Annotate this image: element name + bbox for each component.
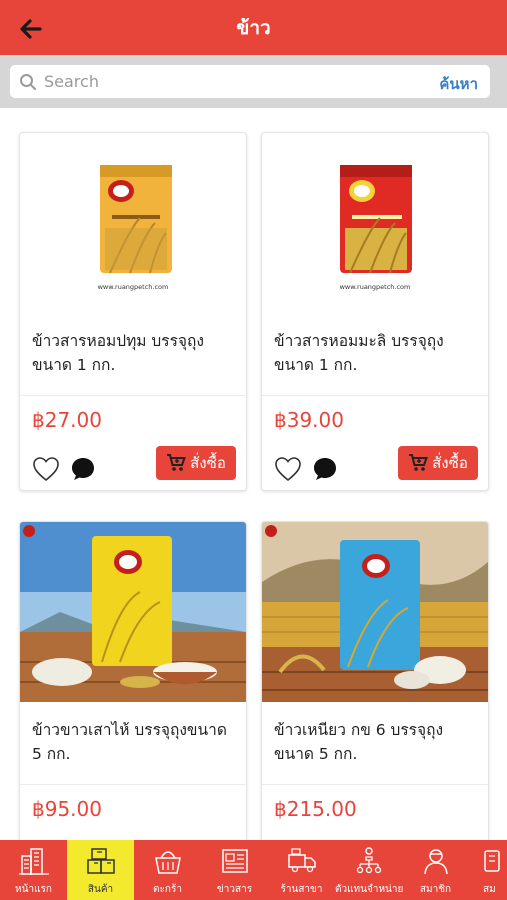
search-input[interactable] xyxy=(44,67,404,96)
basket-icon xyxy=(154,851,181,874)
search-icon xyxy=(20,74,36,90)
nav-item-products[interactable]: สินค้า xyxy=(67,840,134,900)
order-button[interactable]: สั่งซื้อ xyxy=(398,446,478,480)
nav-item-more[interactable]: สม xyxy=(469,840,507,900)
divider xyxy=(262,784,488,785)
divider xyxy=(20,784,246,785)
divider xyxy=(20,395,246,396)
cart-icon xyxy=(409,454,429,471)
product-card[interactable]: www.ruangpetch.com ข้าวสารหอมปทุม บรรจุถ… xyxy=(19,132,247,491)
member-icon xyxy=(423,849,448,875)
heart-icon[interactable] xyxy=(274,456,302,482)
chat-icon[interactable] xyxy=(312,456,338,482)
nav-item-basket[interactable]: ตะกร้า xyxy=(134,840,201,900)
truck-icon xyxy=(287,848,316,873)
search-box: ค้นหา xyxy=(10,65,490,98)
rice-bag-image: www.ruangpetch.com xyxy=(340,165,412,291)
product-card[interactable]: www.ruangpetch.com ข้าวสารหอมมะลิ บรรจุถ… xyxy=(261,132,489,491)
nav-label: ตะกร้า xyxy=(153,884,182,895)
product-card[interactable]: ข้าวเหนียว กข 6 บรรจุถุงขนาด 5 กก. ฿215.… xyxy=(261,521,489,880)
nav-item-branches[interactable]: ร้านสาขา xyxy=(268,840,335,900)
product-name: ข้าวสารหอมปทุม บรรจุถุงขนาด 1 กก. xyxy=(32,332,204,374)
buildings-icon xyxy=(18,848,49,875)
network-icon xyxy=(356,847,381,874)
product-price: ฿39.00 xyxy=(274,408,344,432)
more-icon xyxy=(484,850,500,872)
nav-item-dealers[interactable]: ตัวแทนจำหน่าย xyxy=(335,840,404,900)
divider xyxy=(262,395,488,396)
search-button[interactable]: ค้นหา xyxy=(439,72,478,96)
search-bar: ค้นหา xyxy=(0,55,507,108)
boxes-icon xyxy=(86,848,115,874)
product-price: ฿95.00 xyxy=(32,797,102,821)
rice-scene-image xyxy=(262,522,488,702)
nav-label: สม xyxy=(483,884,496,895)
chat-icon[interactable] xyxy=(70,456,96,482)
product-price: ฿27.00 xyxy=(32,408,102,432)
nav-label: สมาชิก xyxy=(419,884,452,895)
product-image[interactable] xyxy=(262,522,488,702)
image-caption: www.ruangpetch.com xyxy=(340,283,411,291)
order-button-label: สั่งซื้อ xyxy=(432,454,468,472)
nav-label: ตัวแทนจำหน่าย xyxy=(335,884,404,895)
nav-item-news[interactable]: ข่าวสาร xyxy=(201,840,268,900)
top-bar: ข้าว xyxy=(0,0,507,55)
product-image[interactable] xyxy=(20,522,246,702)
page-title: ข้าว xyxy=(236,17,271,39)
product-name: ข้าวขาวเสาไห้ บรรจุถุงขนาด 5 กก. xyxy=(32,721,227,763)
order-button[interactable]: สั่งซื้อ xyxy=(156,446,236,480)
order-button-label: สั่งซื้อ xyxy=(190,454,226,472)
back-arrow-icon[interactable] xyxy=(14,12,48,46)
product-image[interactable]: www.ruangpetch.com xyxy=(20,133,246,313)
nav-label: สินค้า xyxy=(87,884,114,895)
product-price: ฿215.00 xyxy=(274,797,357,821)
nav-label: หน้าแรก xyxy=(15,884,52,895)
bottom-nav: หน้าแรก สินค้า ตะกร้า ข่าวสาร ร้านสาขา ต… xyxy=(0,840,507,900)
nav-label: ข่าวสาร xyxy=(216,884,253,895)
product-name: ข้าวเหนียว กข 6 บรรจุถุงขนาด 5 กก. xyxy=(274,721,444,763)
product-image[interactable]: www.ruangpetch.com xyxy=(262,133,488,313)
rice-scene-image xyxy=(20,522,246,702)
nav-item-member[interactable]: สมาชิก xyxy=(402,840,469,900)
nav-label: ร้านสาขา xyxy=(280,884,323,895)
app-screen: ข้าว ค้นหา www.ruangpetch.co xyxy=(0,0,507,900)
newspaper-icon xyxy=(221,849,248,873)
product-card[interactable]: ข้าวขาวเสาไห้ บรรจุถุงขนาด 5 กก. ฿95.00 xyxy=(19,521,247,880)
nav-item-home[interactable]: หน้าแรก xyxy=(0,840,67,900)
cart-icon xyxy=(167,454,187,471)
rice-bag-image: www.ruangpetch.com xyxy=(98,165,172,291)
product-name: ข้าวสารหอมมะลิ บรรจุถุงขนาด 1 กก. xyxy=(274,332,444,374)
image-caption: www.ruangpetch.com xyxy=(98,283,169,291)
heart-icon[interactable] xyxy=(32,456,60,482)
